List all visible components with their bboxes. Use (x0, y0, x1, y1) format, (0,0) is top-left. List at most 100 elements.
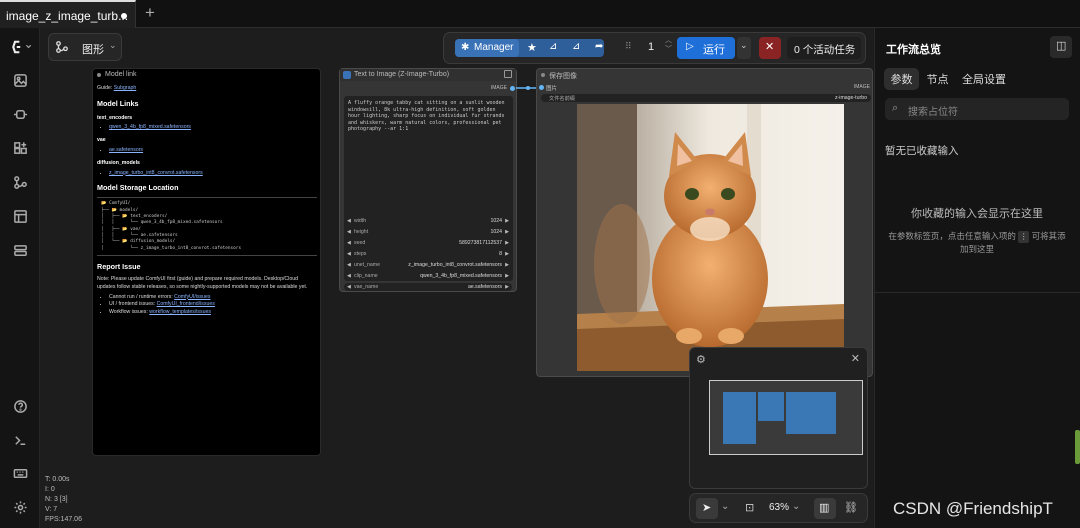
comfy-logo-icon[interactable] (9, 38, 35, 56)
increment-arrow-icon[interactable]: ▶ (505, 251, 509, 257)
count-stepper-icon[interactable]: ︿ ﹀ (665, 36, 672, 54)
pin-icon[interactable]: ⊿ (549, 41, 557, 52)
issue-frontend-link[interactable]: ComfyUI_frontend/issues (157, 301, 215, 307)
steps-widget[interactable]: ◀ steps 8 ▶ (344, 250, 512, 258)
run-count[interactable]: 1 (648, 41, 654, 53)
decrement-arrow-icon[interactable]: ◀ (347, 251, 351, 257)
manager-label: Manager (474, 42, 514, 53)
active-tasks-label: 0 个活动任务 (794, 44, 856, 56)
vae-name-widget[interactable]: ◀ vae_name ae.safetensors ▶ (344, 283, 512, 291)
increment-arrow-icon[interactable]: ▶ (505, 218, 509, 224)
queue-icon[interactable] (11, 105, 29, 123)
zoom-level[interactable]: 63% (769, 502, 789, 513)
text-to-image-node[interactable]: Text to Image (Z-Image-Turbo) IMAGE A fl… (339, 68, 517, 292)
hint-text-b: 可将其添 (1031, 231, 1066, 241)
watermark-text: CSDN @FriendshipT (893, 499, 1053, 518)
generated-image-preview[interactable] (577, 104, 844, 371)
graph-mode-button[interactable]: 图形 ⌄ (48, 33, 122, 61)
star-icon[interactable]: ★ (527, 41, 537, 54)
link-icon[interactable]: ⊿ (572, 41, 580, 52)
seed-widget[interactable]: ◀ seed 589273817112537 ▶ (344, 239, 512, 247)
run-options-chevron-icon[interactable]: ⌄ (737, 37, 751, 59)
left-sidebar (0, 28, 40, 528)
run-button[interactable]: ▷ 运行 (677, 37, 735, 59)
node-library-icon[interactable] (11, 139, 29, 157)
templates-icon[interactable] (11, 207, 29, 225)
share-icon[interactable]: ➦ (595, 41, 603, 52)
settings-gear-icon[interactable] (11, 498, 29, 516)
issue-runtime-link[interactable]: ComfyUI/issues (174, 294, 210, 300)
keyboard-icon[interactable] (11, 464, 29, 482)
increment-arrow-icon[interactable]: ▶ (505, 273, 509, 279)
increment-arrow-icon[interactable]: ▶ (505, 240, 509, 246)
widget-value: 589273817112537 (459, 240, 502, 246)
decrement-arrow-icon[interactable]: ◀ (347, 229, 351, 235)
toggle-panel-icon[interactable]: ◫ (1050, 36, 1072, 58)
tab-global-settings[interactable]: 全局设置 (958, 68, 1010, 90)
scroll-indicator[interactable] (1075, 430, 1080, 464)
models-icon[interactable] (11, 241, 29, 259)
node-header[interactable]: Text to Image (Z-Image-Turbo) (340, 69, 516, 81)
output-slot-dot[interactable] (510, 86, 515, 91)
issue-workflow-link[interactable]: workflow_templates/issues (149, 309, 211, 315)
input-slot-dot[interactable] (539, 85, 544, 90)
new-tab-plus-icon[interactable]: + (142, 4, 158, 22)
tab-bar: image_z_image_turb... + (0, 0, 1080, 28)
increment-arrow-icon[interactable]: ▶ (505, 262, 509, 268)
node-header[interactable]: Model link (93, 69, 320, 81)
unet-name-widget[interactable]: ◀ unet_name z_image_turbo_int8_convrot.saf… (344, 261, 512, 269)
fit-view-icon[interactable]: ⊡ (745, 501, 754, 514)
terminal-icon[interactable] (11, 431, 29, 449)
hide-links-icon[interactable]: ⛓ (844, 501, 858, 514)
model-link-node[interactable]: Model link Guide: Subgraph Model Links t… (92, 68, 321, 456)
drag-handle-icon[interactable]: ⠿ (625, 41, 632, 52)
height-widget[interactable]: ◀ height 1024 ▶ (344, 228, 512, 236)
decrement-arrow-icon[interactable]: ◀ (347, 262, 351, 268)
decrement-arrow-icon[interactable]: ◀ (347, 218, 351, 224)
node-header[interactable]: 保存图像 (537, 69, 872, 81)
widget-value: z_image_turbo_int8_convrot.safetensors (408, 262, 502, 268)
workflow-tab-title: image_z_image_turb... (6, 9, 129, 23)
image-icon[interactable] (11, 71, 29, 89)
minimap-panel[interactable]: ⚙ ✕ (689, 347, 868, 489)
close-x-icon: ✕ (765, 41, 775, 53)
minimap-node (723, 392, 756, 444)
link-vae-file[interactable]: ae.safetensors (109, 147, 143, 153)
unsaved-dot-icon[interactable] (121, 13, 127, 19)
clip-name-widget[interactable]: ◀ clip_name qwen_3_4b_fp8_mixed.safetensor… (344, 272, 512, 280)
width-widget[interactable]: ◀ width 1024 ▶ (344, 217, 512, 225)
guide-link[interactable]: Subgraph (114, 85, 137, 91)
enter-subgraph-icon[interactable] (504, 70, 512, 78)
zoom-chevron-icon[interactable]: ⌄ (792, 501, 800, 512)
chevron-down-icon[interactable]: ⌄ (721, 501, 729, 512)
increment-arrow-icon[interactable]: ▶ (505, 229, 509, 235)
decrement-arrow-icon[interactable]: ◀ (347, 240, 351, 246)
markdown-body: Guide: Subgraph Model Links text_encoder… (97, 85, 317, 319)
minimap-viewport[interactable] (709, 380, 863, 455)
stop-button[interactable]: ✕ (759, 37, 781, 59)
link-diffusion-file[interactable]: z_image_turbo_int8_convrot.safetensors (109, 170, 203, 176)
active-tasks-button[interactable]: 0 个活动任务 (787, 37, 861, 59)
workflow-tab[interactable]: image_z_image_turb... (0, 0, 136, 28)
decrement-arrow-icon[interactable]: ◀ (347, 284, 351, 290)
select-tool-icon[interactable]: ➤ (696, 498, 718, 519)
close-icon[interactable]: ✕ (851, 352, 860, 365)
tab-nodes[interactable]: 节点 (921, 68, 954, 90)
tab-parameters[interactable]: 参数 (884, 68, 919, 90)
minimap-settings-icon[interactable]: ⚙ (696, 353, 706, 366)
help-icon[interactable] (11, 397, 29, 415)
workflow-graph-icon[interactable] (11, 173, 29, 191)
stat-nodes: N: 3 [3] (45, 496, 68, 503)
link-text-encoder-file[interactable]: qwen_3_4b_fp8_mixed.safetensors (109, 124, 191, 130)
widget-label: height (354, 229, 369, 235)
puzzle-icon: ✱ (461, 42, 470, 53)
search-input[interactable]: ⌕ 搜索占位符 (885, 98, 1069, 120)
manager-button[interactable]: ✱ Manager (455, 39, 519, 57)
subgraph-icon (343, 71, 351, 79)
node-title: Model link (105, 71, 137, 78)
increment-arrow-icon[interactable]: ▶ (505, 284, 509, 290)
section-text-encoders: text_encoders (97, 114, 133, 121)
decrement-arrow-icon[interactable]: ◀ (347, 273, 351, 279)
minimap-toggle-icon[interactable]: ▥ (814, 498, 836, 519)
filename-prefix-widget[interactable]: 文件名前缀 z-image-turbo (541, 94, 871, 102)
